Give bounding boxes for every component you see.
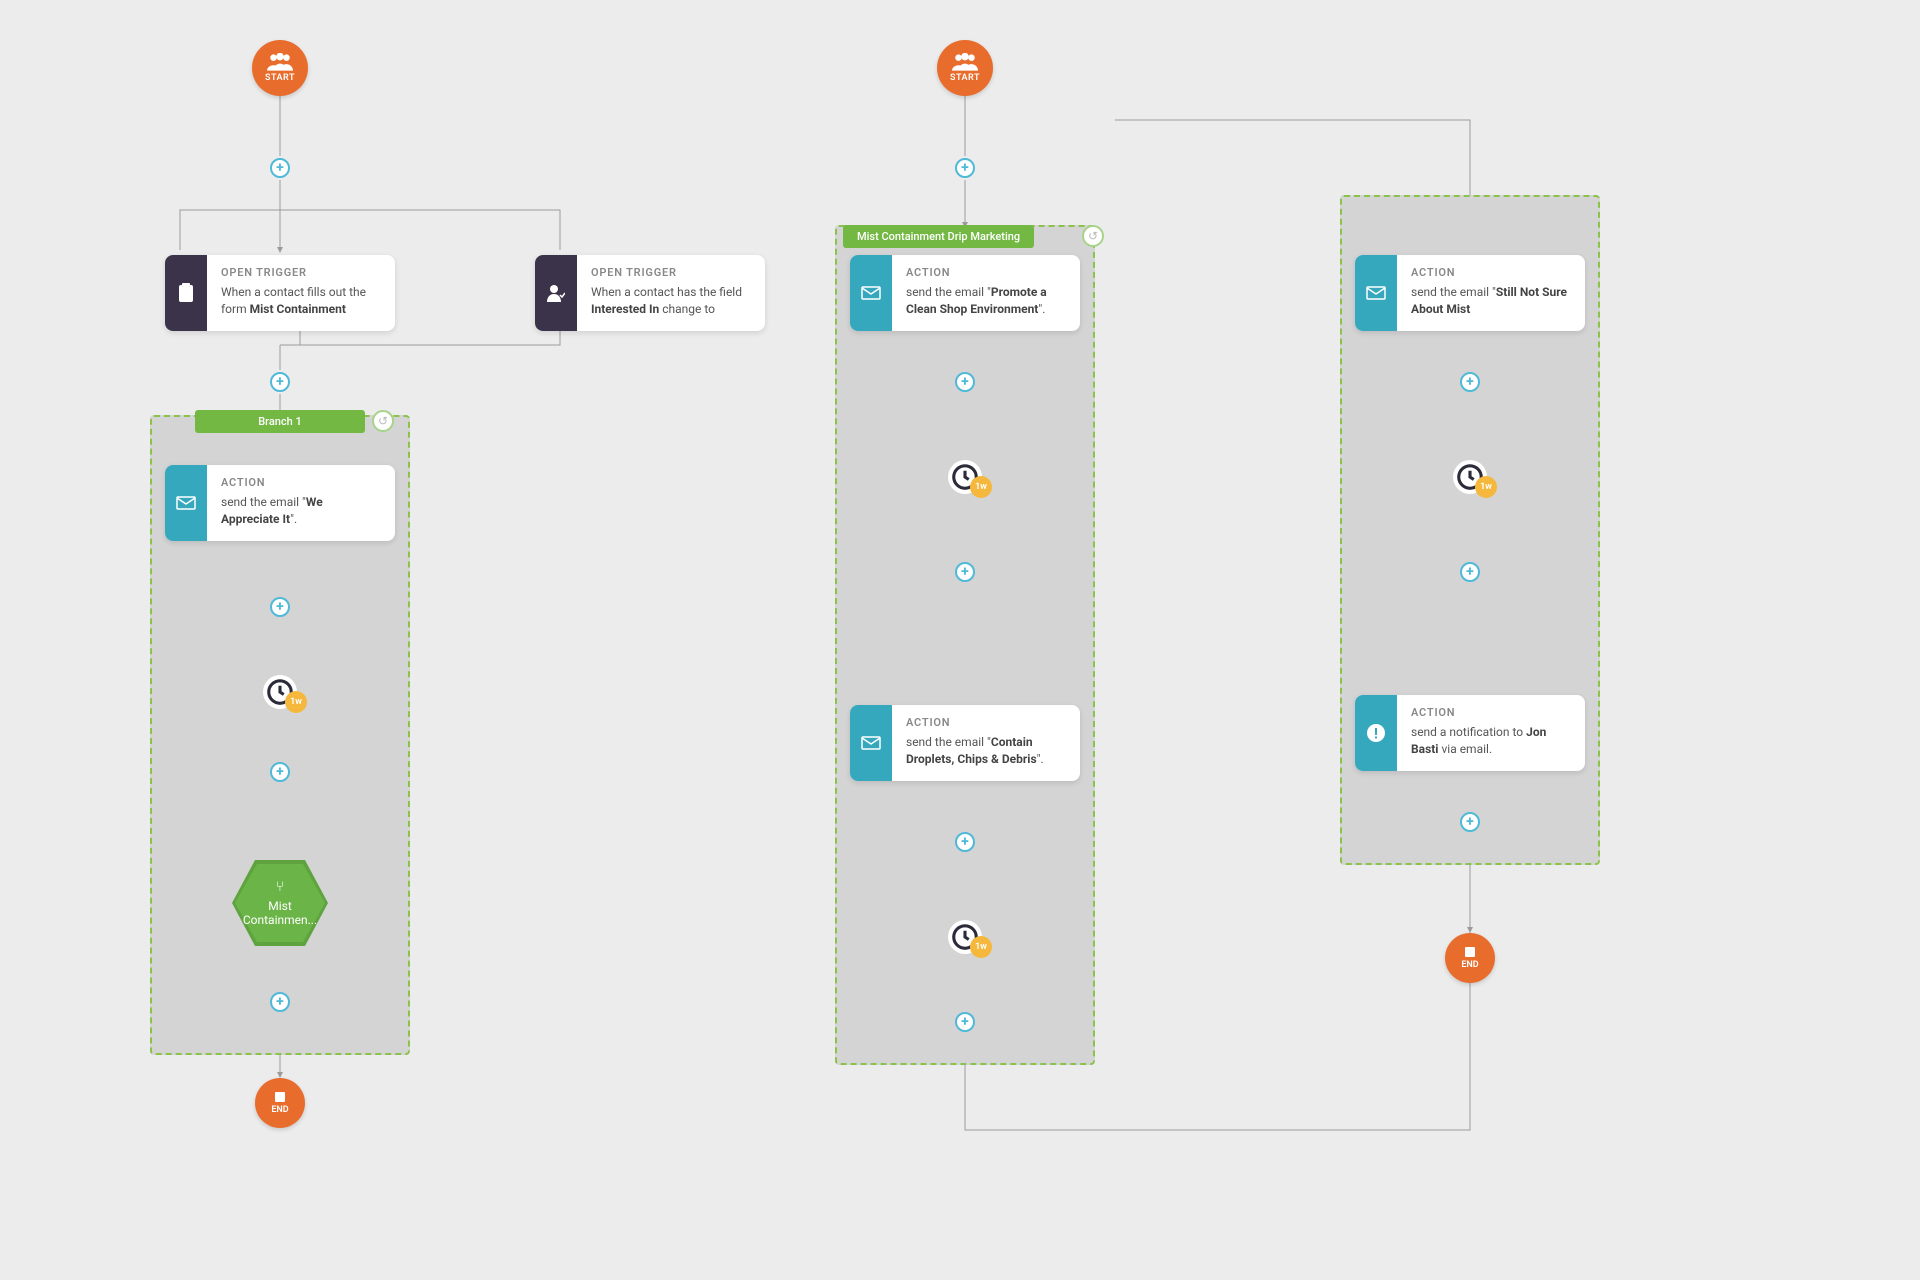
card-text-post: ". (1038, 302, 1045, 316)
action-promote-clean[interactable]: ACTION send the email "Promote a Clean S… (850, 255, 1080, 331)
branch-settings-button[interactable]: ↺ (1082, 225, 1104, 247)
add-step-button[interactable]: + (270, 372, 290, 392)
card-head: ACTION (1411, 705, 1571, 721)
card-text-pre: send the email " (906, 735, 991, 749)
add-step-button[interactable]: + (270, 597, 290, 617)
branch-settings-button[interactable]: ↺ (372, 410, 394, 432)
add-step-button[interactable]: + (955, 1012, 975, 1032)
card-text-pre: send the email " (1411, 285, 1496, 299)
card-head: ACTION (906, 715, 1066, 731)
action-still-not-sure[interactable]: ACTION send the email "Still Not Sure Ab… (1355, 255, 1585, 331)
start-node-b[interactable]: START (937, 40, 993, 96)
hex-label: Mist Containmen... (238, 899, 322, 927)
mail-icon (850, 705, 892, 781)
end-label: END (271, 1105, 288, 1115)
card-text-post: via email. (1438, 742, 1492, 756)
people-icon (952, 53, 978, 71)
add-step-button[interactable]: + (270, 992, 290, 1012)
delay-badge: 1w (970, 936, 992, 958)
add-step-button[interactable]: + (1460, 372, 1480, 392)
card-head: ACTION (906, 265, 1066, 281)
add-step-button[interactable]: + (955, 372, 975, 392)
card-text-post: ". (290, 512, 297, 526)
start-label: START (265, 73, 295, 83)
workflow-canvas[interactable]: START + OPEN TRIGGER When a contact fill… (0, 0, 1920, 1280)
branch2-label[interactable]: Mist Containment Drip Marketing (843, 225, 1034, 248)
trigger-form-fill[interactable]: OPEN TRIGGER When a contact fills out th… (165, 255, 395, 331)
add-step-button[interactable]: + (1460, 812, 1480, 832)
contact-icon (535, 255, 577, 331)
alert-icon (1355, 695, 1397, 771)
card-text-pre: send a notification to (1411, 725, 1526, 739)
card-text-bold: Interested In (591, 302, 659, 316)
add-step-button[interactable]: + (270, 158, 290, 178)
card-text-pre: send the email " (221, 495, 306, 509)
action-notify-jon[interactable]: ACTION send a notification to Jon Basti … (1355, 695, 1585, 771)
end-node-c[interactable]: END (1445, 933, 1495, 983)
clipboard-icon (165, 255, 207, 331)
add-step-button[interactable]: + (955, 832, 975, 852)
card-text-pre: When a contact has the field (591, 285, 742, 299)
mail-icon (165, 465, 207, 541)
branch-icon: ⑂ (238, 879, 322, 895)
card-head: ACTION (221, 475, 381, 491)
people-icon (267, 53, 293, 71)
delay-badge: 1w (970, 476, 992, 498)
action-contain-droplets[interactable]: ACTION send the email "Contain Droplets,… (850, 705, 1080, 781)
start-label: START (950, 73, 980, 83)
delay-badge: 1w (1475, 476, 1497, 498)
branch1-label[interactable]: Branch 1 (195, 410, 365, 433)
add-step-button[interactable]: + (270, 762, 290, 782)
delay-badge: 1w (285, 691, 307, 713)
card-head: OPEN TRIGGER (591, 265, 751, 281)
mail-icon (850, 255, 892, 331)
card-text-pre: send the email " (906, 285, 991, 299)
add-step-button[interactable]: + (955, 562, 975, 582)
start-node-a[interactable]: START (252, 40, 308, 96)
delay-node[interactable]: 1w (1453, 460, 1487, 494)
add-step-button[interactable]: + (1460, 562, 1480, 582)
card-text-post: change to (659, 302, 715, 316)
stop-icon (275, 1092, 285, 1102)
delay-node[interactable]: 1w (263, 675, 297, 709)
subflow-hex-node[interactable]: ⑂ Mist Containmen... (230, 858, 330, 948)
card-text-bold: Mist Containment (250, 302, 346, 316)
mail-icon (1355, 255, 1397, 331)
action-we-appreciate[interactable]: ACTION send the email "We Appreciate It"… (165, 465, 395, 541)
stop-icon (1465, 947, 1475, 957)
delay-node[interactable]: 1w (948, 460, 982, 494)
card-text-post: ". (1037, 752, 1044, 766)
trigger-field-change[interactable]: OPEN TRIGGER When a contact has the fiel… (535, 255, 765, 331)
delay-node[interactable]: 1w (948, 920, 982, 954)
end-node-a[interactable]: END (255, 1078, 305, 1128)
card-head: ACTION (1411, 265, 1571, 281)
end-label: END (1461, 960, 1478, 970)
add-step-button[interactable]: + (955, 158, 975, 178)
card-head: OPEN TRIGGER (221, 265, 381, 281)
